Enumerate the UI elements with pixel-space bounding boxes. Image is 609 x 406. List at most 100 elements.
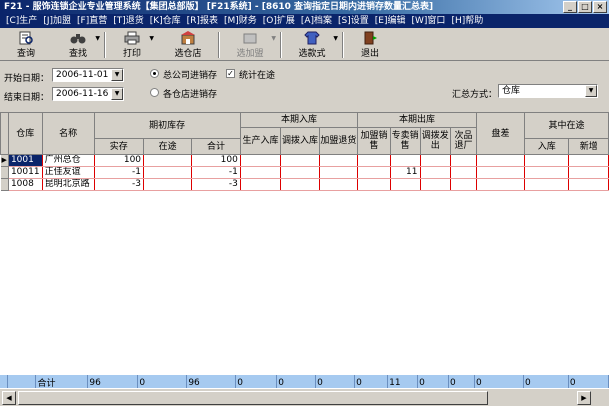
table-row[interactable]: ▶ 1001 广州总仓 100 100 bbox=[0, 154, 609, 167]
horizontal-scrollbar[interactable]: ◀ ▶ bbox=[0, 388, 609, 406]
cell-store-sale[interactable] bbox=[390, 154, 421, 167]
cell-name[interactable]: 正佳友谊 bbox=[42, 166, 95, 179]
cell-stocktake[interactable] bbox=[476, 178, 526, 191]
cell-code[interactable]: 10011 bbox=[8, 166, 43, 179]
cell-prod-in[interactable] bbox=[240, 166, 282, 179]
col-franchise-return[interactable]: 加盟退货 bbox=[318, 127, 359, 155]
exit-button[interactable]: 退出 bbox=[344, 29, 396, 61]
cell-transit[interactable] bbox=[143, 178, 193, 191]
cell-transfer-in[interactable] bbox=[280, 154, 320, 167]
cell-defect-return[interactable] bbox=[450, 178, 477, 191]
find-button[interactable]: 查找 ▼ bbox=[52, 29, 104, 61]
scroll-left-icon[interactable]: ◀ bbox=[2, 391, 16, 405]
menu-direct[interactable]: [F]直营 bbox=[75, 14, 111, 28]
start-date-field[interactable]: 2006-11-01 ▼ bbox=[52, 68, 124, 82]
menu-help[interactable]: [H]帮助 bbox=[449, 14, 487, 28]
select-store-button[interactable]: 选仓店 bbox=[158, 29, 218, 61]
col-transfer-in[interactable]: 调拨入库 bbox=[280, 127, 320, 155]
cell-actual[interactable]: -3 bbox=[94, 178, 145, 191]
cell-transfer-in[interactable] bbox=[280, 178, 320, 191]
row-header-corner bbox=[0, 112, 9, 155]
cell-transfer-out[interactable] bbox=[420, 154, 452, 167]
chevron-down-icon[interactable]: ▼ bbox=[585, 85, 597, 97]
col-total[interactable]: 合计 bbox=[191, 138, 241, 155]
menu-extend[interactable]: [O]扩展 bbox=[261, 14, 299, 28]
col-name[interactable]: 名称 bbox=[41, 112, 95, 155]
cell-transit-new[interactable] bbox=[568, 154, 609, 167]
menu-settings[interactable]: [S]设置 bbox=[336, 14, 373, 28]
cell-franchise-sale[interactable] bbox=[357, 154, 391, 167]
col-store-sale[interactable]: 专卖销售 bbox=[389, 127, 421, 155]
menu-archive[interactable]: [A]档案 bbox=[299, 14, 336, 28]
cell-stocktake[interactable] bbox=[476, 166, 526, 179]
menu-production[interactable]: [C]生产 bbox=[4, 14, 41, 28]
cell-transit[interactable] bbox=[143, 154, 193, 167]
menu-warehouse[interactable]: [K]仓库 bbox=[148, 14, 185, 28]
print-button[interactable]: 打印 ▼ bbox=[106, 29, 158, 61]
menu-window[interactable]: [W]窗口 bbox=[410, 14, 450, 28]
end-date-field[interactable]: 2006-11-16 ▼ bbox=[52, 87, 124, 101]
col-transfer-out[interactable]: 调拨发出 bbox=[419, 127, 452, 155]
cell-franchise-sale[interactable] bbox=[357, 178, 391, 191]
cell-transfer-out[interactable] bbox=[420, 178, 452, 191]
restore-button[interactable]: □ bbox=[578, 1, 592, 13]
cell-total[interactable]: -3 bbox=[191, 178, 241, 191]
cell-transit-in[interactable] bbox=[524, 154, 570, 167]
cell-transit[interactable] bbox=[143, 166, 193, 179]
minimize-button[interactable]: _ bbox=[563, 1, 577, 13]
col-defect-return[interactable]: 次品退厂 bbox=[450, 127, 477, 155]
query-button[interactable]: 查询 bbox=[0, 29, 52, 61]
cell-actual[interactable]: -1 bbox=[94, 166, 145, 179]
cell-code[interactable]: 1001 bbox=[8, 154, 43, 167]
cell-franchise-sale[interactable] bbox=[357, 166, 391, 179]
table-row[interactable]: 10011 正佳友谊 -1 -1 11 bbox=[0, 166, 609, 179]
cell-defect-return[interactable] bbox=[450, 166, 477, 179]
cell-name[interactable]: 广州总仓 bbox=[42, 154, 95, 167]
col-warehouse[interactable]: 仓库 bbox=[7, 112, 43, 155]
cell-total[interactable]: -1 bbox=[191, 166, 241, 179]
col-transit-in[interactable]: 入库 bbox=[524, 138, 570, 155]
chevron-down-icon[interactable]: ▼ bbox=[111, 69, 123, 81]
cell-actual[interactable]: 100 bbox=[94, 154, 145, 167]
col-transit[interactable]: 在途 bbox=[143, 138, 193, 155]
table-row[interactable]: 1008 昆明北京路 -3 -3 bbox=[0, 178, 609, 191]
summary-select[interactable]: 仓库 ▼ bbox=[498, 84, 598, 98]
cell-store-sale[interactable]: 11 bbox=[390, 166, 421, 179]
col-actual[interactable]: 实存 bbox=[93, 138, 145, 155]
select-style-button[interactable]: 选款式 ▼ bbox=[282, 29, 342, 61]
cell-total[interactable]: 100 bbox=[191, 154, 241, 167]
menu-edit[interactable]: [E]编辑 bbox=[373, 14, 410, 28]
cell-transfer-out[interactable] bbox=[420, 166, 452, 179]
scrollbar-thumb[interactable] bbox=[18, 391, 488, 405]
menu-returns[interactable]: [T]退货 bbox=[111, 14, 148, 28]
transit-checkbox[interactable]: ✓ bbox=[226, 69, 235, 78]
menu-reports[interactable]: [R]报表 bbox=[185, 14, 222, 28]
cell-defect-return[interactable] bbox=[450, 154, 477, 167]
cell-transit-in[interactable] bbox=[524, 178, 570, 191]
col-franchise-sale[interactable]: 加盟销售 bbox=[357, 127, 391, 155]
cell-name[interactable]: 昆明北京路 bbox=[42, 178, 95, 191]
select-franchise-button[interactable]: 选加盟 ▼ bbox=[220, 29, 280, 61]
cell-franchise-return[interactable] bbox=[319, 154, 359, 167]
close-button[interactable]: × bbox=[593, 1, 607, 13]
cell-franchise-return[interactable] bbox=[319, 178, 359, 191]
col-prod-in[interactable]: 生产入库 bbox=[239, 127, 282, 155]
col-transit-new[interactable]: 新增 bbox=[568, 138, 609, 155]
scroll-right-icon[interactable]: ▶ bbox=[577, 391, 591, 405]
cell-transfer-in[interactable] bbox=[280, 166, 320, 179]
menu-finance[interactable]: [M]财务 bbox=[222, 14, 261, 28]
cell-transit-new[interactable] bbox=[568, 178, 609, 191]
cell-transit-new[interactable] bbox=[568, 166, 609, 179]
cell-code[interactable]: 1008 bbox=[8, 178, 43, 191]
cell-stocktake[interactable] bbox=[476, 154, 526, 167]
company-radio[interactable] bbox=[150, 69, 159, 78]
menu-franchise[interactable]: [J]加盟 bbox=[41, 14, 75, 28]
cell-prod-in[interactable] bbox=[240, 178, 282, 191]
chevron-down-icon[interactable]: ▼ bbox=[111, 88, 123, 100]
cell-franchise-return[interactable] bbox=[319, 166, 359, 179]
cell-prod-in[interactable] bbox=[240, 154, 282, 167]
store-radio[interactable] bbox=[150, 88, 159, 97]
cell-transit-in[interactable] bbox=[524, 166, 570, 179]
col-stocktake[interactable]: 盘差 bbox=[475, 112, 526, 155]
cell-store-sale[interactable] bbox=[390, 178, 421, 191]
